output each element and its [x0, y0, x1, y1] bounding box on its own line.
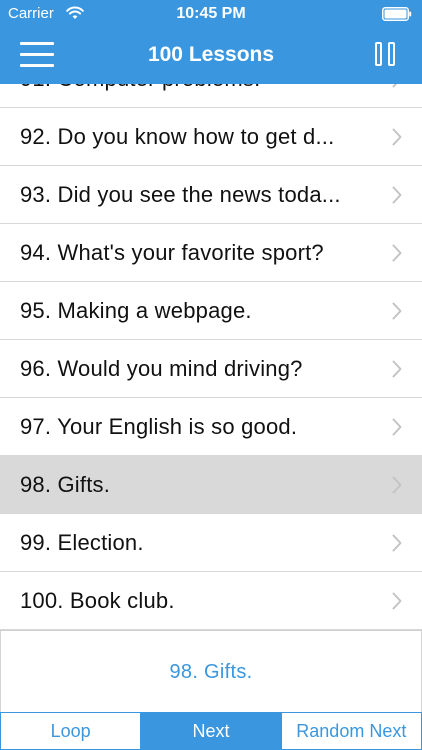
lesson-row[interactable]: 92. Do you know how to get d...: [0, 108, 422, 166]
lesson-row-label: 93. Did you see the news toda...: [20, 182, 341, 207]
now-playing-panel: 98. Gifts.: [0, 630, 422, 712]
chevron-right-icon: [392, 302, 402, 320]
lesson-list-content: 91. Computer problems. 92. Do you know ho…: [0, 84, 422, 630]
lesson-row-label: 100. Book club.: [20, 588, 175, 613]
battery-icon: [382, 7, 412, 21]
lesson-row[interactable]: 91. Computer problems.: [0, 84, 422, 108]
chevron-right-icon: [392, 360, 402, 378]
lesson-row[interactable]: 97. Your English is so good.: [0, 398, 422, 456]
lesson-row[interactable]: 100. Book club.: [0, 572, 422, 630]
random-next-button[interactable]: Random Next: [280, 713, 421, 749]
lesson-row-label: 92. Do you know how to get d...: [20, 124, 335, 149]
chevron-right-icon: [392, 592, 402, 610]
app-header: Carrier 10:45 PM 100 Lessons: [0, 0, 422, 84]
chevron-right-icon: [392, 84, 398, 88]
lesson-row[interactable]: 93. Did you see the news toda...: [0, 166, 422, 224]
lesson-row[interactable]: 99. Election.: [0, 514, 422, 572]
lesson-row[interactable]: 98. Gifts.: [0, 456, 422, 514]
page-title: 100 Lessons: [147, 43, 275, 66]
lesson-row-label: 95. Making a webpage.: [20, 298, 252, 323]
chevron-right-icon: [392, 534, 402, 552]
status-time: 10:45 PM: [176, 5, 246, 22]
pause-icon[interactable]: [374, 42, 398, 68]
chevron-right-icon: [392, 244, 402, 262]
loop-button[interactable]: Loop: [1, 713, 140, 749]
now-playing-title: 98. Gifts.: [169, 661, 253, 683]
next-button[interactable]: Next: [140, 713, 281, 749]
status-bar: Carrier 10:45 PM: [0, 0, 422, 28]
lesson-row-label: 98. Gifts.: [20, 472, 111, 497]
lesson-row[interactable]: 95. Making a webpage.: [0, 282, 422, 340]
lesson-row[interactable]: 96. Would you mind driving?: [0, 340, 422, 398]
lesson-list[interactable]: 91. Computer problems. 92. Do you know ho…: [0, 84, 422, 630]
playback-controls: Loop Next Random Next: [0, 712, 422, 750]
lesson-row-label: 91. Computer problems.: [20, 84, 372, 92]
chevron-right-icon: [392, 186, 402, 204]
lesson-row-label: 94. What's your favorite sport?: [20, 240, 324, 265]
lesson-row-label: 96. Would you mind driving?: [20, 356, 303, 381]
chevron-right-icon: [392, 128, 402, 146]
chevron-right-icon: [392, 418, 402, 436]
nav-bar: 100 Lessons: [0, 28, 422, 84]
lesson-row-label: 97. Your English is so good.: [20, 414, 298, 439]
chevron-right-icon: [392, 476, 402, 494]
lesson-row[interactable]: 94. What's your favorite sport?: [0, 224, 422, 282]
lesson-row-label: 99. Election.: [20, 530, 144, 555]
